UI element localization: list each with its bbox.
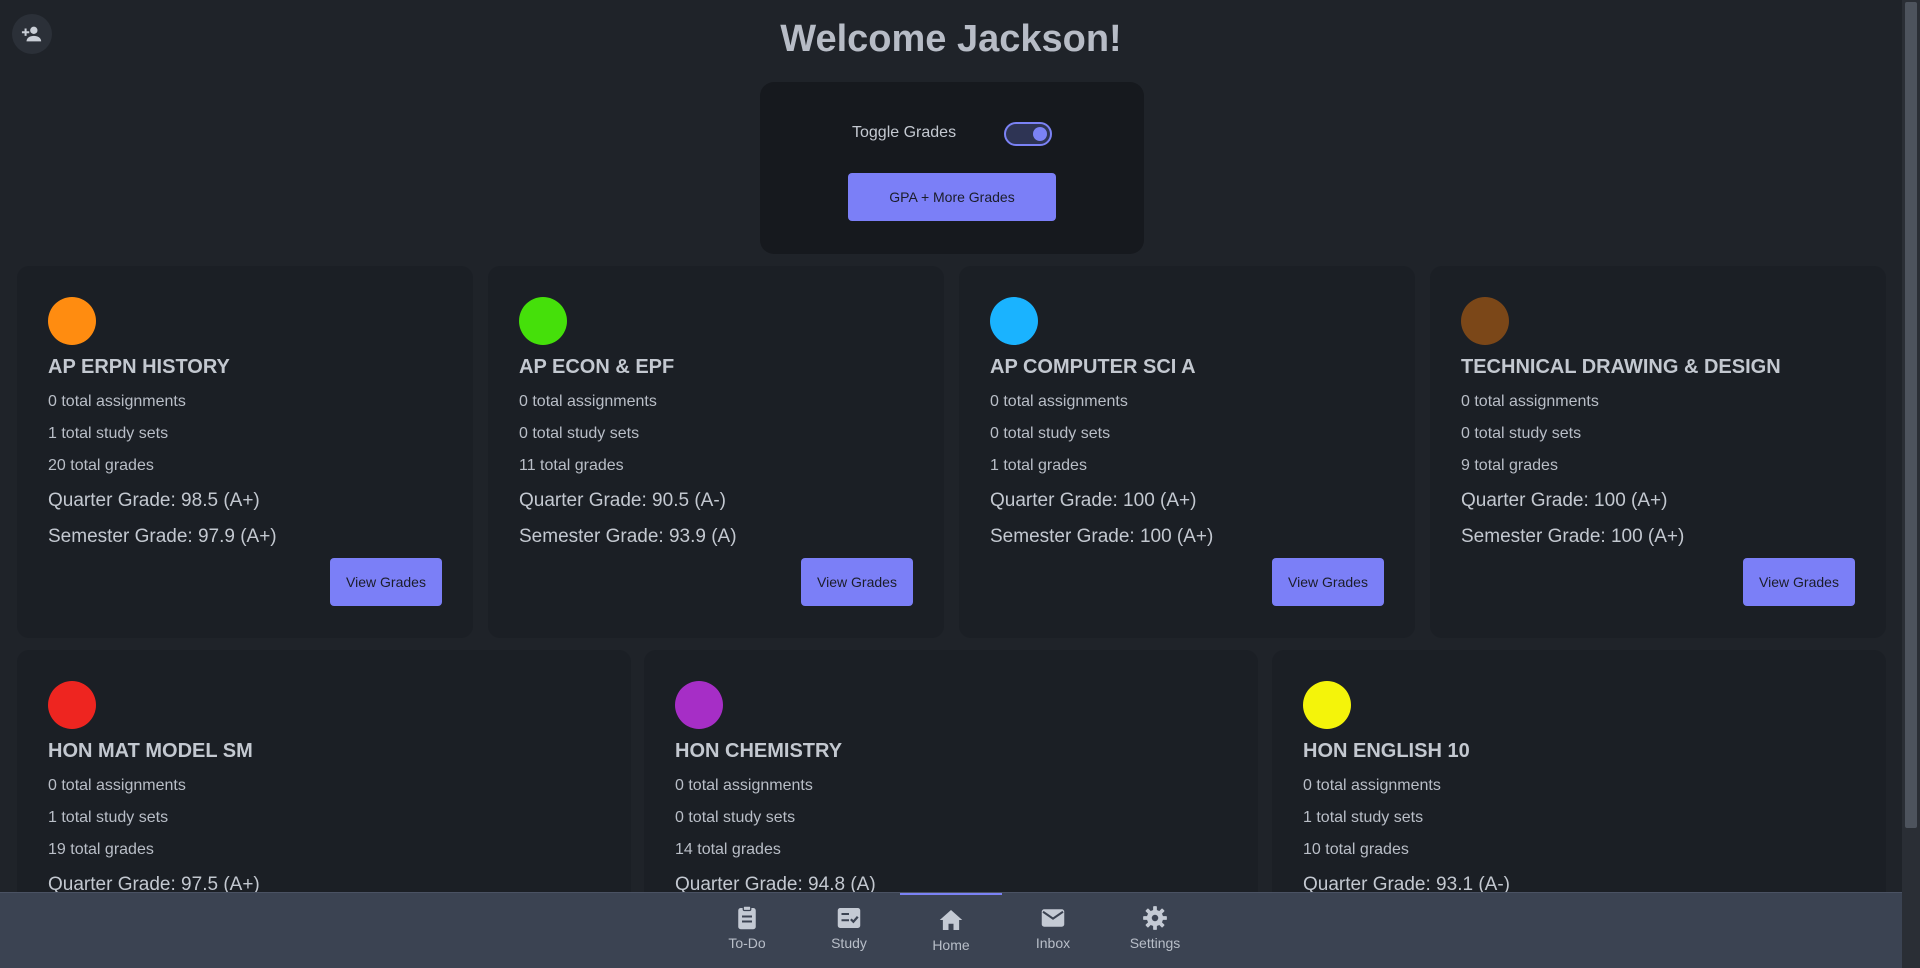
bottom-nav: To-Do Study Home Inbox Settings [0,892,1902,968]
nav-item-inbox[interactable]: Inbox [1002,893,1104,968]
app-viewport: Welcome Jackson! Toggle Grades GPA + Mor… [0,0,1902,968]
toggle-grades-label: Toggle Grades [852,124,957,141]
checklist-icon [837,908,861,928]
grades-count: 19 total grades [48,841,154,858]
gpa-more-grades-button[interactable]: GPA + More Grades [848,173,1056,221]
view-grades-button[interactable]: View Grades [801,558,913,606]
grades-count: 11 total grades [519,457,624,474]
course-color-dot [1303,681,1351,729]
study-sets-count: 0 total study sets [1461,425,1582,442]
study-sets-count: 0 total study sets [990,425,1111,442]
grades-count: 9 total grades [1461,457,1558,474]
clipboard-icon [738,905,756,930]
nav-label: Home [932,937,970,953]
course-name: HON CHEMISTRY [675,740,843,762]
grades-count: 14 total grades [675,841,781,858]
study-sets-count: 0 total study sets [675,809,796,826]
semester-grade: Semester Grade: 93.9 (A) [519,526,737,547]
assignments-count: 0 total assignments [519,393,657,410]
nav-item-study[interactable]: Study [798,893,900,968]
study-sets-count: 1 total study sets [48,425,169,442]
course-card: AP ERPN HISTORY 0 total assignments 1 to… [17,266,473,638]
assignments-count: 0 total assignments [1303,777,1441,794]
course-color-dot [1461,297,1509,345]
quarter-grade: Quarter Grade: 90.5 (A-) [519,490,726,511]
view-grades-button[interactable]: View Grades [1272,558,1384,606]
toggle-grades-switch[interactable] [1004,122,1052,146]
semester-grade: Semester Grade: 97.9 (A+) [48,526,277,547]
view-grades-button[interactable]: View Grades [330,558,442,606]
grades-count: 1 total grades [990,457,1087,474]
quarter-grade: Quarter Grade: 100 (A+) [1461,490,1668,511]
vertical-scrollbar[interactable] [1902,0,1920,968]
semester-grade: Semester Grade: 100 (A+) [990,526,1214,547]
scrollbar-thumb[interactable] [1905,2,1917,828]
course-color-dot [675,681,723,729]
course-card: AP ECON & EPF 0 total assignments 0 tota… [488,266,944,638]
course-name: AP ECON & EPF [519,356,675,378]
grades-count: 10 total grades [1303,841,1409,858]
nav-item-todo[interactable]: To-Do [696,893,798,968]
course-name: HON MAT MODEL SM [48,740,253,762]
nav-label: Study [831,935,867,951]
assignments-count: 0 total assignments [48,777,186,794]
course-color-dot [519,297,567,345]
grades-count: 20 total grades [48,457,154,474]
grades-panel: Toggle Grades GPA + More Grades [760,82,1144,254]
mail-icon [1041,909,1065,927]
gear-icon [1143,906,1167,930]
course-name: AP COMPUTER SCI A [990,356,1196,378]
toggle-knob [1033,127,1047,141]
assignments-count: 0 total assignments [1461,393,1599,410]
study-sets-count: 0 total study sets [519,425,640,442]
nav-label: Settings [1129,935,1181,951]
study-sets-count: 1 total study sets [48,809,169,826]
page-title: Welcome Jackson! [780,18,1122,60]
study-sets-count: 1 total study sets [1303,809,1424,826]
course-color-dot [990,297,1038,345]
nav-label: To-Do [728,935,766,951]
course-name: AP ERPN HISTORY [48,356,230,378]
course-card: TECHNICAL DRAWING & DESIGN 0 total assig… [1430,266,1886,638]
nav-item-settings[interactable]: Settings [1104,893,1206,968]
assignments-count: 0 total assignments [48,393,186,410]
assignments-count: 0 total assignments [675,777,813,794]
home-icon [939,910,963,930]
assignments-count: 0 total assignments [990,393,1128,410]
course-card: AP COMPUTER SCI A 0 total assignments 0 … [959,266,1415,638]
semester-grade: Semester Grade: 100 (A+) [1461,526,1685,547]
quarter-grade: Quarter Grade: 98.5 (A+) [48,490,260,511]
course-name: HON ENGLISH 10 [1303,740,1470,762]
course-color-dot [48,297,96,345]
nav-label: Inbox [1035,935,1071,951]
quarter-grade: Quarter Grade: 100 (A+) [990,490,1197,511]
view-grades-button[interactable]: View Grades [1743,558,1855,606]
course-name: TECHNICAL DRAWING & DESIGN [1461,356,1781,378]
nav-item-home[interactable]: Home [900,893,1002,968]
course-color-dot [48,681,96,729]
